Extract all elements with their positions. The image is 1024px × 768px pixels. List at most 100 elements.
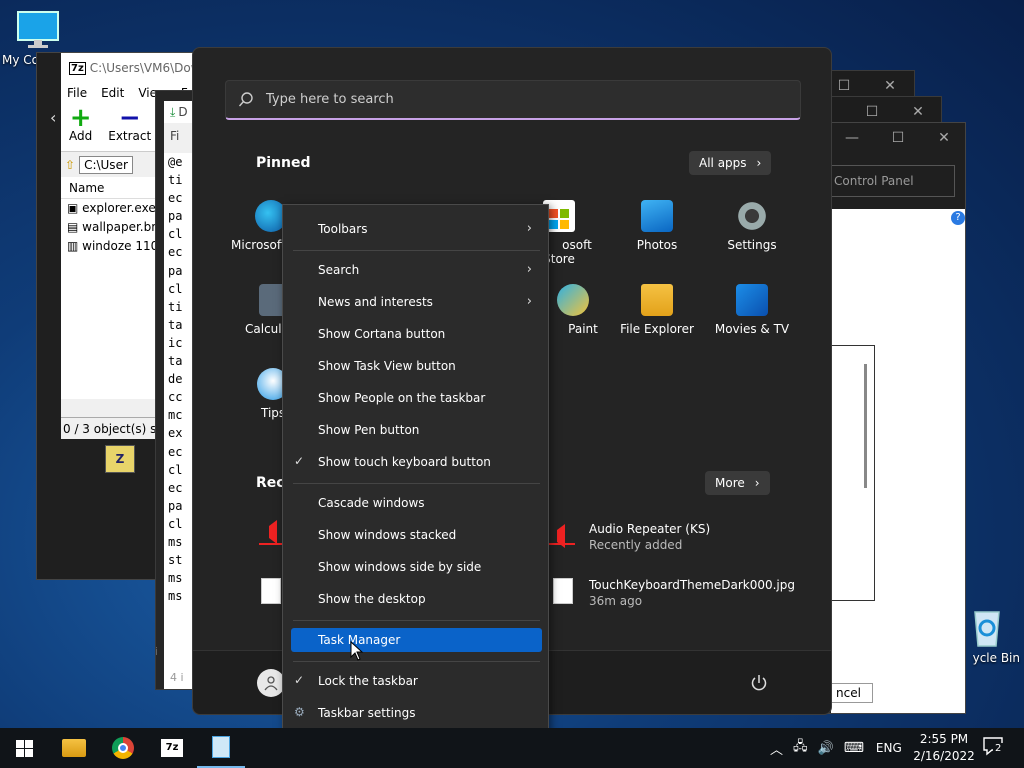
start-button[interactable] xyxy=(0,728,48,768)
7zip-app-icon: 7z xyxy=(69,61,86,75)
menu-separator xyxy=(293,483,540,484)
menu-item-show-desktop[interactable]: Show the desktop xyxy=(291,587,542,611)
power-icon xyxy=(751,675,767,691)
up-folder-icon[interactable]: ⇧ xyxy=(65,158,75,172)
monitor-icon xyxy=(17,11,59,48)
pinned-app-file-explorer[interactable]: File Explorer xyxy=(611,284,703,336)
checkmark-icon: ✓ xyxy=(294,673,305,687)
file-icon: ▤ xyxy=(67,220,83,234)
menu-item-touch-keyboard[interactable]: ✓ Show touch keyboard button xyxy=(291,450,542,474)
window-title: D xyxy=(178,105,188,119)
menu-item-lock-taskbar[interactable]: ✓ Lock the taskbar xyxy=(291,669,542,693)
user-avatar[interactable] xyxy=(257,669,285,697)
content-pane xyxy=(831,345,875,601)
control-panel-content: ? ncel xyxy=(831,209,965,713)
archive-icon[interactable]: Z xyxy=(105,445,135,473)
menu-file[interactable]: File xyxy=(67,86,87,100)
menu-item-stacked[interactable]: Show windows stacked xyxy=(291,523,542,547)
window-title: C:\Users\VM6\Dow xyxy=(89,61,201,75)
network-icon[interactable]: 🖧 xyxy=(793,737,808,759)
taskbar: 7z ︿ 🖧 🔊 ⌨ ENG 2:55 PM 2/16/2022 2 xyxy=(0,728,1024,768)
power-button[interactable] xyxy=(747,671,771,695)
extract-button[interactable]: − Extract xyxy=(108,105,151,151)
minimize-icon[interactable]: — xyxy=(829,123,875,153)
help-icon[interactable]: ? xyxy=(951,211,965,225)
window-control-panel[interactable]: — ☐ ✕ Control Panel ? ncel xyxy=(820,122,966,714)
menu-item-label: Show Cortana button xyxy=(318,327,446,341)
cancel-button[interactable]: ncel xyxy=(831,683,873,703)
menu-item-people[interactable]: Show People on the taskbar xyxy=(291,386,542,410)
scrollbar[interactable] xyxy=(864,364,867,488)
chevron-right-icon: › xyxy=(526,294,532,309)
user-icon xyxy=(264,676,278,691)
menu-stub[interactable]: Fi xyxy=(164,127,179,145)
file-name: wallpaper.bm xyxy=(82,220,163,234)
menu-item-side-by-side[interactable]: Show windows side by side xyxy=(291,555,542,579)
app-label: Photos xyxy=(636,238,678,252)
windows-logo-icon xyxy=(15,739,33,757)
menu-edit[interactable]: Edit xyxy=(101,86,124,100)
recommended-title-text: Audio Repeater (KS) xyxy=(589,522,711,536)
menu-item-pen[interactable]: Show Pen button xyxy=(291,418,542,442)
pinned-app-photos[interactable]: Photos xyxy=(611,200,703,252)
taskbar-chrome[interactable] xyxy=(99,728,147,768)
more-button[interactable]: More › xyxy=(705,471,770,495)
chevron-right-icon: › xyxy=(526,262,532,277)
address-field[interactable]: Control Panel xyxy=(823,165,955,197)
status-text: 4 i xyxy=(170,671,184,684)
menu-item-label: News and interests xyxy=(318,295,433,309)
app-label: Paint xyxy=(568,322,598,336)
menu-item-cascade[interactable]: Cascade windows xyxy=(291,491,542,515)
search-box[interactable]: Type here to search xyxy=(225,80,801,120)
maximize-icon[interactable]: ☐ xyxy=(875,123,921,153)
recommended-item[interactable]: TouchKeyboardThemeDark000.jpg 36m ago xyxy=(549,578,795,608)
recommended-subtitle: Recently added xyxy=(589,538,683,552)
menu-item-label: Show windows side by side xyxy=(318,560,482,574)
image-file-icon xyxy=(261,578,281,604)
language-indicator[interactable]: ENG xyxy=(876,741,902,755)
all-apps-label: All apps xyxy=(699,156,747,170)
notepad-icon xyxy=(212,736,230,758)
path-field[interactable]: C:\User xyxy=(79,155,133,174)
file-name: explorer.exe xyxy=(82,201,156,215)
settings-icon xyxy=(736,200,768,232)
menu-item-toolbars[interactable]: Toolbars › xyxy=(291,217,542,241)
back-arrow-icon[interactable]: ‹ xyxy=(50,108,56,127)
plus-icon: + xyxy=(69,103,92,133)
volume-icon[interactable]: 🔊 xyxy=(818,741,834,756)
keyboard-icon[interactable]: ⌨ xyxy=(844,740,864,756)
chevron-up-icon[interactable]: ︿ xyxy=(770,739,783,758)
clock-time: 2:55 PM xyxy=(919,732,969,746)
menu-item-news-interests[interactable]: News and interests › xyxy=(291,290,542,314)
file-icon: ▥ xyxy=(67,239,83,253)
menu-item-task-manager[interactable]: Task Manager xyxy=(291,628,542,652)
menu-item-taskbar-settings[interactable]: ⚙ Taskbar settings xyxy=(291,701,542,725)
download-icon: ⤓ xyxy=(170,104,176,119)
taskbar-notepad[interactable] xyxy=(197,728,245,768)
window-titlebar[interactable]: 7z C:\Users\VM6\Dow xyxy=(61,53,205,83)
pinned-app-settings[interactable]: Settings xyxy=(706,200,798,252)
search-icon xyxy=(238,91,253,106)
search-placeholder: Type here to search xyxy=(266,92,394,107)
menu-separator xyxy=(293,661,540,662)
clock[interactable]: 2:55 PM 2/16/2022 xyxy=(904,731,984,765)
taskbar-file-explorer[interactable] xyxy=(50,728,98,768)
recommended-item[interactable]: Audio Repeater (KS) Recently added xyxy=(549,522,710,552)
add-button[interactable]: + Add xyxy=(69,103,92,151)
close-icon[interactable]: ✕ xyxy=(921,123,965,153)
notifications-button[interactable]: 2 xyxy=(982,736,1010,760)
menu-item-label: Search xyxy=(318,263,360,277)
menu-item-search[interactable]: Search › xyxy=(291,258,542,282)
notification-count-badge: 2 xyxy=(993,743,1004,754)
pinned-app-movies[interactable]: Movies & TV xyxy=(706,284,798,336)
more-label: More xyxy=(715,476,745,490)
image-file-icon xyxy=(553,578,573,604)
menu-item-cortana[interactable]: Show Cortana button xyxy=(291,322,542,346)
menu-item-label: Show windows stacked xyxy=(318,528,457,542)
menu-item-task-view[interactable]: Show Task View button xyxy=(291,354,542,378)
taskbar-7zip[interactable]: 7z xyxy=(148,728,196,768)
recommended-item-left-2[interactable] xyxy=(261,578,281,604)
all-apps-button[interactable]: All apps › xyxy=(689,151,772,175)
menu-item-label: Lock the taskbar xyxy=(318,674,418,688)
app-label: Microsoft xyxy=(231,238,286,252)
